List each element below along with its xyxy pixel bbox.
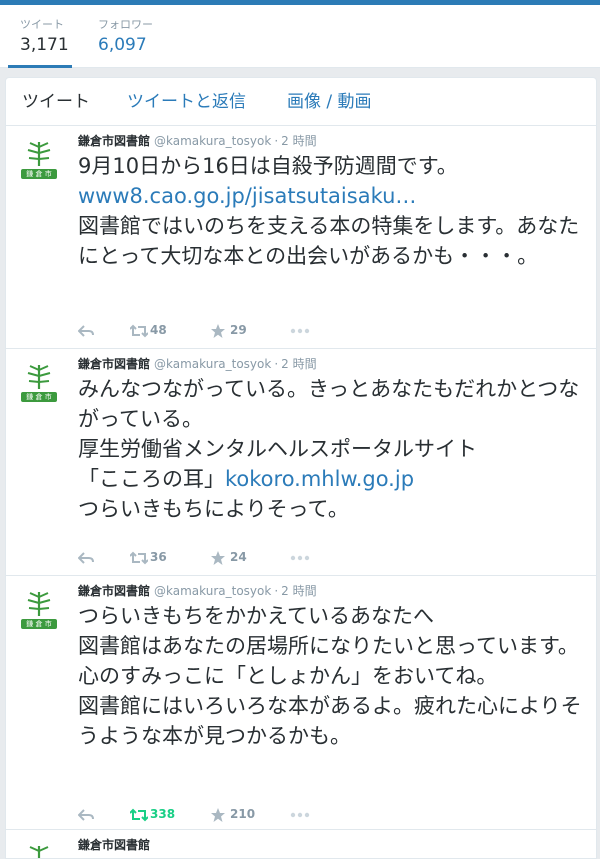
header-separator: · xyxy=(274,584,279,598)
tweet-header: 鎌倉市図書館 @kamakura_tosyok · 2 時間 xyxy=(78,356,317,372)
reply-icon xyxy=(77,551,94,564)
favorite-count: 24 xyxy=(230,550,247,564)
retweet-button[interactable]: 36 xyxy=(129,547,167,567)
tweet-text-line: 図書館にはいろいろな本があるよ。疲れた心によりそうような本が見つかるかも。 xyxy=(78,694,582,748)
reply-icon xyxy=(77,324,94,337)
favorite-star-icon xyxy=(211,807,225,822)
tweet-actions: 338 210 xyxy=(77,804,338,824)
favorite-count: 210 xyxy=(230,807,256,821)
avatar-caption: 鎌 倉 市 xyxy=(26,170,52,178)
tweet-actions: 36 24 xyxy=(77,547,338,567)
author-handle[interactable]: @kamakura_tosyok xyxy=(154,584,271,598)
reply-button[interactable] xyxy=(77,547,94,567)
favorite-button[interactable]: 210 xyxy=(210,804,255,824)
author-name[interactable]: 鎌倉市図書館 xyxy=(78,357,150,371)
tab-photos-videos[interactable]: 画像 / 動画 xyxy=(287,91,372,113)
timeline-tabs: ツイート ツイートと返信 画像 / 動画 xyxy=(6,78,596,126)
favorite-star-icon xyxy=(211,323,225,338)
followers-stat[interactable]: フォロワー 6,097 xyxy=(98,18,153,56)
reply-icon xyxy=(77,808,94,821)
tweet-time[interactable]: 2 時間 xyxy=(281,134,316,148)
tab-tweets[interactable]: ツイート xyxy=(22,91,90,113)
header-separator: · xyxy=(274,134,279,148)
tweet-actions: 48 29 xyxy=(77,320,338,340)
tweet-text: 9月10日から16日は自殺予防週間です。 www8.cao.go.jp/jisa… xyxy=(78,151,588,271)
tweet-time[interactable]: 2 時間 xyxy=(281,357,316,371)
tweet-item[interactable]: 鎌 倉 市 鎌倉市図書館 @kamakura_tosyok · 2 時間 つらいきもち… xyxy=(6,576,596,830)
retweet-icon xyxy=(129,808,149,821)
tweet-link[interactable]: kokoro.mhlw.go.jp xyxy=(225,467,414,491)
reply-button[interactable] xyxy=(77,804,94,824)
favorite-star-icon xyxy=(211,550,225,565)
retweet-button[interactable]: 48 xyxy=(129,320,167,340)
more-button[interactable] xyxy=(290,547,310,567)
more-dots-icon xyxy=(290,812,310,817)
avatar[interactable]: 鎌 倉 市 xyxy=(16,136,62,182)
followers-stat-label: フォロワー xyxy=(98,18,153,31)
tweet-text-line: つらいきもちによりそって。 xyxy=(78,497,349,521)
followers-stat-count: 6,097 xyxy=(98,35,147,55)
timeline-panel: ツイート ツイートと返信 画像 / 動画 鎌 倉 市 鎌倉市図書館 @kamaku… xyxy=(5,77,597,859)
tweet-header: 鎌倉市図書館 @kamakura_tosyok · 2 時間 xyxy=(78,583,317,599)
favorite-button[interactable]: 29 xyxy=(210,320,247,340)
tweet-item[interactable]: 鎌 倉 市 鎌倉市図書館 @kamakura_tosyok · 2 時間 みんなつなが… xyxy=(6,349,596,576)
tweet-item[interactable]: 鎌倉市図書館 xyxy=(6,830,596,858)
retweet-count: 48 xyxy=(150,323,167,337)
more-dots-icon xyxy=(290,555,310,560)
tweet-time[interactable]: 2 時間 xyxy=(281,584,316,598)
header-separator: · xyxy=(274,357,279,371)
tweet-text-line: つらいきもちをかかえているあなたへ xyxy=(78,604,434,628)
avatar-caption: 鎌 倉 市 xyxy=(26,620,52,628)
tweet-header: 鎌倉市図書館 @kamakura_tosyok · 2 時間 xyxy=(78,133,317,149)
tweet-item[interactable]: 鎌 倉 市 鎌倉市図書館 @kamakura_tosyok · 2 時間 9月10日か… xyxy=(6,126,596,349)
favorite-count: 29 xyxy=(230,323,247,337)
author-name[interactable]: 鎌倉市図書館 xyxy=(78,134,150,148)
tab-tweets-and-replies[interactable]: ツイートと返信 xyxy=(127,91,246,113)
tweets-stat-label: ツイート xyxy=(20,18,64,31)
active-stat-underline xyxy=(8,65,72,68)
author-name[interactable]: 鎌倉市図書館 xyxy=(78,838,150,852)
tweet-text-line: 図書館はあなたの居場所になりたいと思っています。心のすみっこに「としょかん」をお… xyxy=(78,634,579,688)
tweet-text-line: みんなつながっている。きっとあなたもだれかとつながっている。 xyxy=(78,377,580,431)
tweets-stat-count: 3,171 xyxy=(20,35,69,55)
tweets-stat[interactable]: ツイート 3,171 xyxy=(20,18,69,56)
bamboo-logo-icon xyxy=(29,846,49,858)
author-name[interactable]: 鎌倉市図書館 xyxy=(78,584,150,598)
avatar-caption: 鎌 倉 市 xyxy=(26,393,52,401)
author-handle[interactable]: @kamakura_tosyok xyxy=(154,357,271,371)
tweet-link[interactable]: www8.cao.go.jp/jisatsutaisaku… xyxy=(78,184,416,208)
tweet-text-line: 9月10日から16日は自殺予防週間です。 xyxy=(78,154,458,178)
more-button[interactable] xyxy=(290,320,310,340)
avatar[interactable]: 鎌 倉 市 xyxy=(16,359,62,405)
tweet-text: みんなつながっている。きっとあなたもだれかとつながっている。 厚生労働省メンタル… xyxy=(78,374,588,524)
retweet-icon xyxy=(129,324,149,337)
more-dots-icon xyxy=(290,328,310,333)
retweet-count: 36 xyxy=(150,550,167,564)
tweet-text-line: 図書館ではいのちを支える本の特集をします。あなたにとって大切な本との出会いがある… xyxy=(78,214,580,268)
tweet-text-prefix: 「こころの耳」 xyxy=(78,467,225,491)
profile-stats-bar: ツイート 3,171 フォロワー 6,097 xyxy=(0,5,600,68)
more-button[interactable] xyxy=(290,804,310,824)
tweet-text-line: 「こころの耳」kokoro.mhlw.go.jp xyxy=(78,464,588,494)
retweet-count: 338 xyxy=(150,807,176,821)
favorite-button[interactable]: 24 xyxy=(210,547,247,567)
avatar[interactable]: 鎌 倉 市 xyxy=(16,586,62,632)
reply-button[interactable] xyxy=(77,320,94,340)
tweet-text-line: 厚生労働省メンタルヘルスポータルサイト xyxy=(78,437,477,461)
tweet-header: 鎌倉市図書館 xyxy=(78,837,150,853)
retweet-icon xyxy=(129,551,149,564)
avatar[interactable] xyxy=(16,840,62,858)
author-handle[interactable]: @kamakura_tosyok xyxy=(154,134,271,148)
tweet-text: つらいきもちをかかえているあなたへ 図書館はあなたの居場所になりたいと思っていま… xyxy=(78,601,588,751)
retweet-button[interactable]: 338 xyxy=(129,804,175,824)
